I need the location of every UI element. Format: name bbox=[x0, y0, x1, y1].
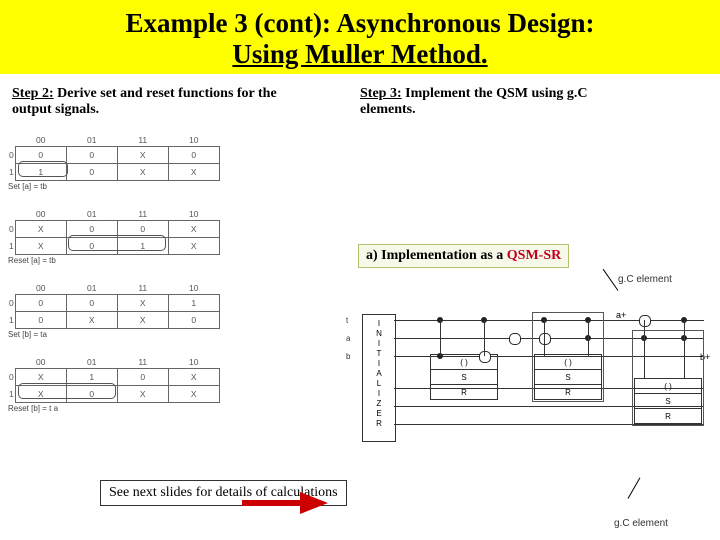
kr: 0 bbox=[8, 221, 15, 238]
kr: 0 bbox=[8, 369, 15, 386]
kh: 00 bbox=[15, 134, 66, 147]
kcap: Set [a] = tb bbox=[8, 182, 220, 191]
kh: 10 bbox=[168, 356, 219, 369]
impl-red: QSM-SR bbox=[507, 248, 561, 263]
implementation-label: a) Implementation as a QSM-SR bbox=[358, 244, 569, 268]
kc: 0 bbox=[15, 295, 66, 312]
kc: X bbox=[168, 238, 219, 255]
title-band: Example 3 (cont): Asynchronous Design: U… bbox=[0, 0, 720, 74]
kmap-set-b: 00011110 000X1 10XX0 Set [b] = ta bbox=[8, 282, 220, 339]
kc: 0 bbox=[66, 221, 117, 238]
gc-element-label-top: g.C element bbox=[618, 274, 672, 285]
arrow-icon bbox=[240, 488, 330, 518]
step3-label: Step 3: bbox=[360, 86, 402, 101]
init-letter: I bbox=[378, 319, 380, 328]
kmap-reset-a: 00011110 0X00X 1X01X Reset [a] = tb bbox=[8, 208, 220, 265]
kc: X bbox=[117, 312, 168, 329]
kc: X bbox=[168, 369, 219, 386]
kc: 0 bbox=[66, 386, 117, 403]
slide: Example 3 (cont): Asynchronous Design: U… bbox=[0, 0, 720, 540]
kc: X bbox=[15, 221, 66, 238]
step2-text: Step 2: Derive set and reset functions f… bbox=[12, 86, 302, 118]
kr: 1 bbox=[8, 164, 15, 181]
slide-title: Example 3 (cont): Asynchronous Design: U… bbox=[20, 8, 700, 70]
kr: 1 bbox=[8, 238, 15, 255]
kr: 1 bbox=[8, 386, 15, 403]
kh: 01 bbox=[66, 134, 117, 147]
kc: 1 bbox=[66, 369, 117, 386]
kr: 1 bbox=[8, 312, 15, 329]
kc: 1 bbox=[15, 164, 66, 181]
kc: X bbox=[168, 386, 219, 403]
circuit-diagram: t a b INITIALIZER ( ) S R ( ) S R ( ) S … bbox=[344, 300, 712, 470]
kc: X bbox=[117, 147, 168, 164]
kh: 10 bbox=[168, 208, 219, 221]
kc: X bbox=[15, 238, 66, 255]
gc-outline-b bbox=[632, 330, 704, 426]
kh: 10 bbox=[168, 282, 219, 295]
signal-b: b bbox=[346, 352, 350, 361]
kc: 0 bbox=[117, 369, 168, 386]
kc: 0 bbox=[117, 221, 168, 238]
leader-line bbox=[628, 477, 641, 498]
node-circle bbox=[509, 333, 521, 345]
block-row: S bbox=[431, 370, 497, 385]
gc-element-label-bottom: g.C element bbox=[614, 518, 668, 529]
gc-outline-a bbox=[532, 312, 604, 402]
kc: 0 bbox=[66, 164, 117, 181]
title-line1: Example 3 (cont): Asynchronous Design: bbox=[125, 8, 594, 38]
kc: 0 bbox=[15, 147, 66, 164]
kh: 00 bbox=[15, 208, 66, 221]
kcap: Reset [a] = tb bbox=[8, 256, 220, 265]
kc: X bbox=[117, 386, 168, 403]
kc: X bbox=[168, 221, 219, 238]
signal-t: t bbox=[346, 316, 348, 325]
kh: 11 bbox=[117, 208, 168, 221]
kc: 0 bbox=[168, 147, 219, 164]
kc: 0 bbox=[66, 147, 117, 164]
kc: X bbox=[66, 312, 117, 329]
kc: X bbox=[15, 369, 66, 386]
kc: 0 bbox=[66, 295, 117, 312]
kc: 0 bbox=[15, 312, 66, 329]
wire bbox=[484, 320, 485, 356]
kh: 00 bbox=[15, 282, 66, 295]
kc: 0 bbox=[66, 238, 117, 255]
aplus-label: a+ bbox=[616, 310, 626, 320]
kcap: Set [b] = ta bbox=[8, 330, 220, 339]
kc: 0 bbox=[168, 312, 219, 329]
title-line2: Using Muller Method. bbox=[232, 39, 487, 69]
node-circle bbox=[479, 351, 491, 363]
kc: X bbox=[15, 386, 66, 403]
kmap-set-a: 00011110 000X0 110XX Set [a] = tb bbox=[8, 134, 220, 191]
node-circle bbox=[639, 315, 651, 327]
kh: 11 bbox=[117, 134, 168, 147]
kc: X bbox=[117, 295, 168, 312]
kh: 00 bbox=[15, 356, 66, 369]
kh: 10 bbox=[168, 134, 219, 147]
kmap-reset-b: 00011110 0X10X 1X0XX Reset [b] = t a bbox=[8, 356, 220, 413]
step2-label: Step 2: bbox=[12, 86, 54, 101]
initializer-box: INITIALIZER bbox=[362, 314, 396, 442]
kh: 11 bbox=[117, 282, 168, 295]
impl-prefix: a) Implementation as a bbox=[366, 248, 507, 263]
kc: X bbox=[168, 164, 219, 181]
kh: 11 bbox=[117, 356, 168, 369]
block-row: R bbox=[431, 385, 497, 399]
kc: 1 bbox=[117, 238, 168, 255]
kc: X bbox=[117, 164, 168, 181]
kcap: Reset [b] = t a bbox=[8, 404, 220, 413]
step3-text: Step 3: Implement the QSM using g.C elem… bbox=[360, 86, 640, 118]
kh: 01 bbox=[66, 208, 117, 221]
wire bbox=[440, 320, 441, 356]
kh: 01 bbox=[66, 282, 117, 295]
kr: 0 bbox=[8, 295, 15, 312]
signal-a: a bbox=[346, 334, 350, 343]
kr: 0 bbox=[8, 147, 15, 164]
kh: 01 bbox=[66, 356, 117, 369]
leader-line bbox=[603, 269, 619, 291]
kc: 1 bbox=[168, 295, 219, 312]
